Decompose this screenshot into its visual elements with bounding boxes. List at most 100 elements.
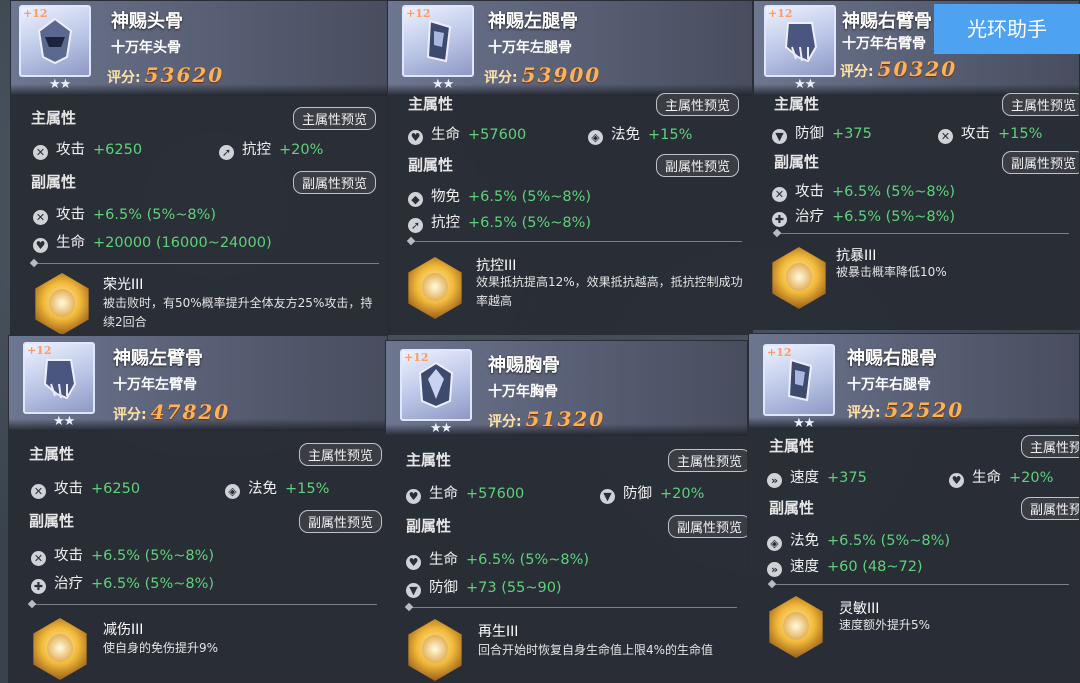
main-attr-2: ♥ 生命 +20% — [949, 466, 1053, 488]
bone-subtitle: 十万年胸骨 — [488, 384, 558, 400]
score-value: 51320 — [525, 407, 606, 431]
main-attr-heading: 主属性 — [29, 445, 75, 463]
main-attr-preview-button[interactable]: 主属性预览 — [1002, 93, 1079, 116]
attack-icon: ✕ — [33, 145, 48, 160]
sub-attr-1: ✕ 攻击 +6.5% (5%~8%) — [772, 180, 955, 202]
bone-name: 神赐左臂骨 — [113, 348, 203, 369]
defense-icon: ▼ — [406, 583, 421, 598]
bone-subtitle: 十万年右腿骨 — [847, 377, 931, 393]
control-resist-icon: ➚ — [219, 145, 234, 160]
bone-thumbnail[interactable]: +12 — [23, 342, 95, 414]
sub-attr-preview-button[interactable]: 副属性预览 — [299, 510, 383, 533]
main-attr-1: ✕ 攻击 +6250 — [33, 138, 142, 160]
sub-attr-1: ✕ 攻击 +6.5% (5%~8%) — [31, 544, 214, 566]
head-bone-icon — [37, 17, 73, 65]
skill-icon[interactable] — [35, 273, 89, 334]
score-label: 评分: — [840, 64, 874, 80]
bone-name: 神赐右臂骨 — [842, 11, 932, 32]
skill-icon[interactable] — [772, 247, 826, 309]
bone-thumbnail[interactable]: +12 — [400, 349, 472, 421]
sub-attr-1: ◆ 物免 +6.5% (5%~8%) — [408, 185, 591, 207]
skill-icon[interactable] — [769, 596, 823, 658]
score-value: 50320 — [877, 57, 958, 81]
main-attr-2: ➚ 抗控 +20% — [219, 138, 323, 160]
soul-bone-card-chest: +12 ★★ 神赐胸骨 十万年胸骨 评分: 51320 主属性 主属性预览 ♥ 生命… — [385, 340, 748, 683]
main-attr-preview-button[interactable]: 主属性预览 — [668, 449, 747, 472]
skill-icon[interactable] — [408, 619, 462, 681]
sub-attr-preview-button[interactable]: 副属性预览 — [668, 515, 747, 538]
main-attr-2: ✕ 攻击 +15% — [938, 122, 1042, 144]
bone-thumbnail[interactable]: +12 — [19, 5, 91, 77]
bone-name: 神赐胸骨 — [488, 355, 560, 376]
divider — [773, 584, 1069, 585]
score-value: 52520 — [884, 398, 965, 422]
main-attr-2: ▼ 防御 +20% — [600, 482, 704, 504]
score: 评分: 47820 — [113, 400, 230, 424]
score-value: 53900 — [521, 63, 602, 87]
sub-attr-heading: 副属性 — [31, 173, 77, 191]
sub-attr-1: ♥ 生命 +6.5% (5%~8%) — [406, 548, 589, 570]
skill-description: 回合开始时恢复自身生命值上限4%的生命值 — [478, 643, 714, 657]
main-attr-1: ♥ 生命 +57600 — [406, 482, 524, 504]
sub-attr-heading: 副属性 — [774, 153, 820, 171]
soul-bone-card-left-leg: +12 ★★ 神赐左腿骨 十万年左腿骨 评分: 53900 主属性 主属性预览 ♥… — [387, 0, 753, 335]
score-value: 53620 — [144, 63, 225, 87]
defense-icon: ▼ — [600, 489, 615, 504]
skill-description: 速度额外提升5% — [839, 618, 931, 632]
right-arm-bone-icon — [784, 22, 818, 63]
star-rating: ★★ — [430, 421, 452, 436]
sub-attr-2: ➚ 抗控 +6.5% (5%~8%) — [408, 211, 591, 233]
magic-immune-icon: ◈ — [225, 484, 240, 499]
main-attr-preview-button[interactable]: 主属性预览 — [293, 107, 377, 130]
score-label: 评分: — [113, 407, 147, 423]
main-attr-heading: 主属性 — [769, 437, 815, 455]
main-attr-preview-button[interactable]: 主属性预览 — [299, 443, 383, 466]
divider — [410, 607, 737, 608]
bone-subtitle: 十万年左腿骨 — [488, 40, 572, 56]
bone-thumbnail[interactable]: +12 — [763, 344, 835, 416]
attack-icon: ✕ — [772, 187, 787, 202]
star-rating: ★★ — [794, 77, 816, 92]
health-icon: ♥ — [949, 473, 964, 488]
chest-bone-icon — [418, 361, 454, 409]
heal-icon: ✚ — [772, 212, 787, 227]
sub-attr-preview-button[interactable]: 副属性预览 — [293, 171, 377, 194]
health-icon: ♥ — [408, 130, 423, 145]
sub-attr-1: ◈ 法免 +6.5% (5%~8%) — [767, 529, 950, 551]
star-rating: ★★ — [793, 416, 815, 431]
main-attr-1: ✕ 攻击 +6250 — [31, 477, 140, 499]
left-arm-bone-icon — [43, 359, 77, 400]
sub-attr-heading: 副属性 — [29, 512, 75, 530]
bone-thumbnail[interactable]: +12 — [402, 5, 474, 77]
sub-attr-preview-button[interactable]: 副属性预览 — [1021, 497, 1079, 520]
attack-icon: ✕ — [33, 210, 48, 225]
score-label: 评分: — [484, 70, 518, 86]
score: 评分: 51320 — [488, 407, 605, 431]
score: 评分: 53620 — [107, 63, 224, 87]
health-icon: ♥ — [406, 555, 421, 570]
sub-attr-preview-button[interactable]: 副属性预览 — [1002, 151, 1079, 174]
skill-description: 效果抵抗提高12%，效果抵抗越高，抵抗控制成功率越高 — [476, 275, 743, 308]
halo-assistant-button[interactable]: 光环助手 — [934, 4, 1080, 54]
main-attr-2: ◈ 法免 +15% — [225, 477, 329, 499]
score-label: 评分: — [488, 414, 522, 430]
main-attr-1: ♥ 生命 +57600 — [408, 123, 526, 145]
skill-icon[interactable] — [408, 257, 462, 319]
main-attr-preview-button[interactable]: 主属性预览 — [1021, 435, 1079, 458]
bone-thumbnail[interactable]: +12 — [764, 5, 836, 77]
score: 评分: 50320 — [840, 57, 957, 81]
divider — [778, 233, 1069, 234]
health-icon: ♥ — [33, 238, 48, 253]
right-leg-bone-icon — [787, 358, 813, 402]
skill-icon[interactable] — [33, 618, 87, 680]
main-attr-heading: 主属性 — [408, 95, 454, 113]
skill-name: 荣光III — [103, 277, 144, 293]
heal-icon: ✚ — [31, 579, 46, 594]
main-attr-preview-button[interactable]: 主属性预览 — [656, 93, 740, 116]
score-value: 47820 — [150, 400, 231, 424]
star-rating: ★★ — [53, 414, 75, 429]
main-attr-heading: 主属性 — [406, 451, 452, 469]
sub-attr-preview-button[interactable]: 副属性预览 — [656, 154, 740, 177]
score-label: 评分: — [107, 70, 141, 86]
magic-immune-icon: ◈ — [767, 536, 782, 551]
